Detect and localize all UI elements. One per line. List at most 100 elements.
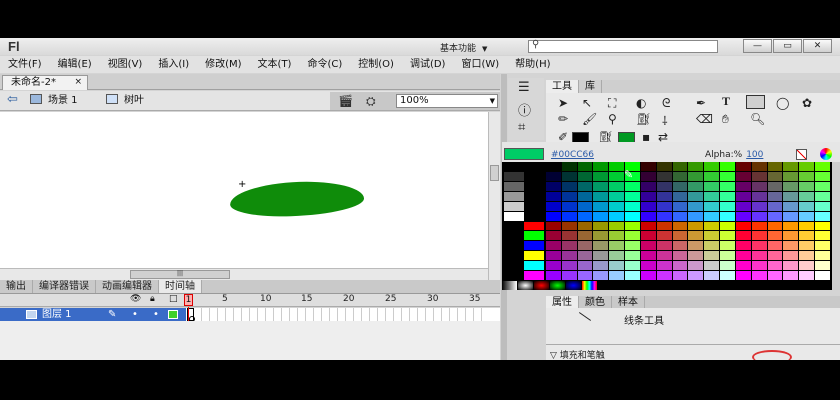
color-swatch[interactable] bbox=[546, 211, 561, 221]
color-swatch[interactable] bbox=[640, 241, 656, 251]
color-swatch[interactable] bbox=[783, 221, 799, 231]
color-swatch[interactable] bbox=[625, 191, 640, 201]
color-swatch[interactable] bbox=[546, 251, 561, 261]
color-swatch[interactable] bbox=[656, 191, 672, 201]
color-swatch[interactable] bbox=[688, 171, 704, 181]
color-swatch[interactable] bbox=[546, 231, 561, 241]
color-swatch[interactable] bbox=[688, 211, 704, 221]
color-swatch[interactable] bbox=[799, 241, 815, 251]
color-swatch[interactable] bbox=[704, 211, 720, 221]
color-swatch[interactable] bbox=[524, 261, 544, 271]
color-swatch[interactable] bbox=[672, 201, 688, 211]
color-swatch[interactable] bbox=[751, 171, 767, 181]
color-swatch[interactable] bbox=[720, 191, 735, 201]
color-swatch[interactable] bbox=[609, 271, 625, 280]
paint-bucket-tool-icon[interactable]: ⛽︎ bbox=[636, 112, 651, 126]
tab-swatches[interactable]: 样本 bbox=[612, 296, 645, 308]
color-swatch[interactable] bbox=[783, 241, 799, 251]
grayscale-column[interactable] bbox=[504, 162, 524, 280]
eye-icon[interactable]: 👁︎ bbox=[130, 294, 141, 304]
color-swatch[interactable] bbox=[593, 211, 609, 221]
color-swatch[interactable] bbox=[546, 261, 561, 271]
color-swatch[interactable] bbox=[546, 191, 561, 201]
lasso-tool-icon[interactable]: ᘓ bbox=[662, 96, 670, 111]
color-swatch[interactable] bbox=[735, 261, 751, 271]
color-swatch[interactable] bbox=[656, 261, 672, 271]
line-tool-icon[interactable] bbox=[746, 95, 765, 109]
color-swatch[interactable] bbox=[767, 181, 783, 191]
no-color-icon[interactable] bbox=[796, 149, 807, 160]
color-swatch[interactable] bbox=[704, 191, 720, 201]
color-swatch[interactable] bbox=[577, 162, 593, 171]
current-color-preview[interactable] bbox=[504, 148, 544, 160]
color-swatch[interactable] bbox=[751, 261, 767, 271]
color-swatch[interactable] bbox=[656, 271, 672, 280]
stage-canvas[interactable] bbox=[0, 112, 488, 268]
color-swatch[interactable] bbox=[751, 271, 767, 280]
color-swatch[interactable] bbox=[735, 241, 751, 251]
tab-tools[interactable]: 工具 bbox=[546, 80, 579, 93]
color-swatch[interactable] bbox=[767, 231, 783, 241]
color-swatch[interactable] bbox=[640, 221, 656, 231]
edit-scene-icon[interactable]: 🎬︎ bbox=[338, 94, 353, 108]
section-fill-stroke[interactable]: ▽ 填充和笔触 bbox=[550, 348, 605, 360]
tab-output[interactable]: 输出 bbox=[0, 280, 33, 293]
color-swatch[interactable] bbox=[783, 191, 799, 201]
color-swatch[interactable] bbox=[561, 191, 577, 201]
oval-tool-icon[interactable]: ◯ bbox=[776, 96, 789, 110]
minimize-button[interactable]: — bbox=[743, 39, 772, 53]
color-swatch[interactable] bbox=[672, 231, 688, 241]
frame-cells[interactable] bbox=[186, 308, 486, 321]
color-swatch[interactable] bbox=[672, 181, 688, 191]
color-swatch[interactable] bbox=[577, 221, 593, 231]
color-swatch[interactable] bbox=[524, 162, 544, 171]
color-swatch[interactable] bbox=[625, 211, 640, 221]
color-swatch[interactable] bbox=[504, 241, 524, 251]
color-swatch[interactable] bbox=[688, 241, 704, 251]
menu-control[interactable]: 控制(O) bbox=[358, 56, 394, 73]
color-swatch[interactable] bbox=[656, 251, 672, 261]
layer-row[interactable]: 图层 1 ✎ • • bbox=[0, 308, 500, 322]
zoom-select[interactable]: 100% ▼ bbox=[396, 94, 498, 108]
menu-commands[interactable]: 命令(C) bbox=[307, 56, 342, 73]
eyedropper-tool-icon[interactable]: ⸸ bbox=[662, 112, 668, 129]
color-swatch[interactable] bbox=[815, 211, 830, 221]
color-swatch[interactable] bbox=[704, 261, 720, 271]
gradient-swatch[interactable] bbox=[566, 281, 582, 290]
color-swatch[interactable] bbox=[561, 181, 577, 191]
color-swatch[interactable] bbox=[656, 171, 672, 181]
gradient-swatch[interactable] bbox=[550, 281, 566, 290]
color-swatch[interactable] bbox=[625, 261, 640, 271]
color-swatch[interactable] bbox=[735, 171, 751, 181]
color-swatch[interactable] bbox=[672, 251, 688, 261]
color-swatch[interactable] bbox=[688, 162, 704, 171]
color-swatch[interactable] bbox=[751, 241, 767, 251]
close-button[interactable]: ✕ bbox=[803, 39, 832, 53]
color-swatch[interactable] bbox=[783, 201, 799, 211]
color-swatch[interactable] bbox=[504, 211, 524, 221]
color-swatch[interactable] bbox=[609, 171, 625, 181]
outline-icon[interactable]: □ bbox=[169, 294, 178, 304]
tab-color[interactable]: 颜色 bbox=[579, 296, 612, 308]
color-swatch[interactable] bbox=[735, 251, 751, 261]
color-swatch[interactable] bbox=[561, 231, 577, 241]
color-swatch[interactable] bbox=[561, 171, 577, 181]
palette-scrollbar[interactable] bbox=[832, 162, 840, 290]
color-swatch[interactable] bbox=[799, 201, 815, 211]
color-swatch[interactable] bbox=[640, 201, 656, 211]
color-swatch[interactable] bbox=[524, 201, 544, 211]
color-swatch[interactable] bbox=[609, 231, 625, 241]
color-swatch[interactable] bbox=[720, 231, 735, 241]
color-swatch[interactable] bbox=[640, 171, 656, 181]
color-swatch[interactable] bbox=[546, 181, 561, 191]
layer-info[interactable]: 图层 1 ✎ • • bbox=[0, 308, 186, 321]
color-swatch[interactable] bbox=[688, 261, 704, 271]
color-swatch[interactable] bbox=[704, 181, 720, 191]
color-swatch[interactable] bbox=[735, 271, 751, 280]
color-swatch[interactable] bbox=[524, 271, 544, 280]
color-swatch[interactable] bbox=[688, 251, 704, 261]
color-swatch[interactable] bbox=[767, 251, 783, 261]
color-swatch[interactable] bbox=[751, 251, 767, 261]
color-swatch[interactable] bbox=[561, 211, 577, 221]
color-swatch[interactable] bbox=[561, 241, 577, 251]
